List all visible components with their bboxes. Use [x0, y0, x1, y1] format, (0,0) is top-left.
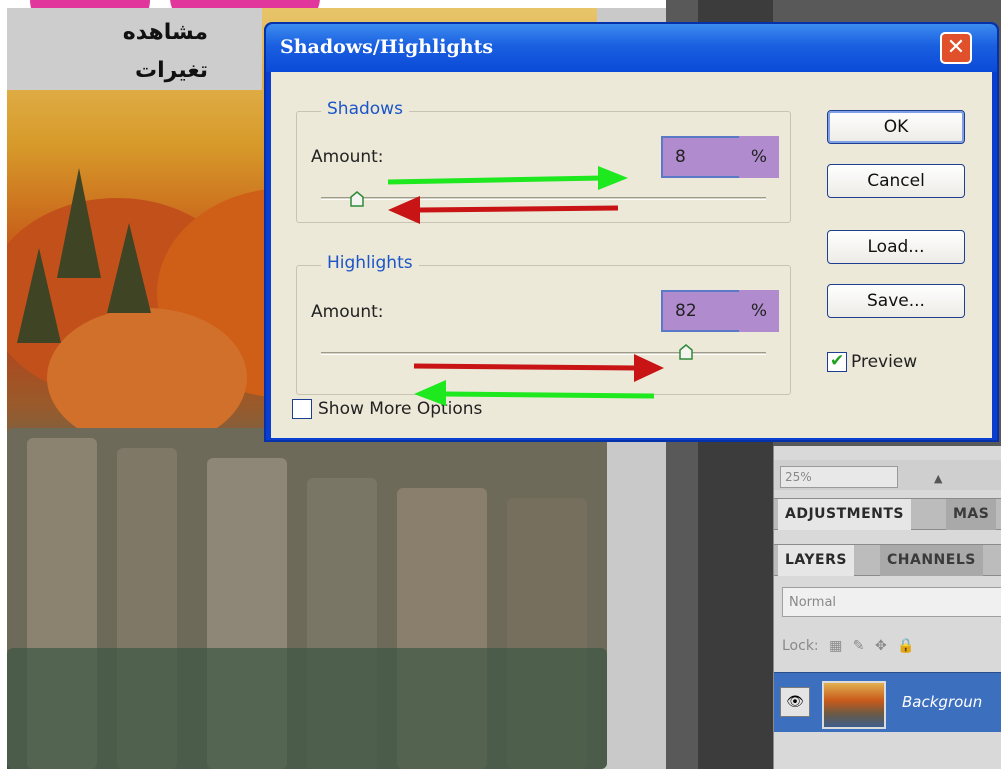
layer-row-background[interactable]: 👁 Backgroun	[774, 672, 1001, 732]
zoom-slider-icon[interactable]: ▲	[934, 472, 942, 485]
tab-adjustments[interactable]: ADJUSTMENTS	[778, 499, 912, 530]
dialog-titlebar[interactable]: Shadows/Highlights ✕	[266, 24, 997, 72]
save-button[interactable]: Save...	[827, 284, 965, 318]
lock-paint-icon[interactable]: ✎	[853, 638, 865, 654]
autumn-foliage	[47, 308, 247, 448]
highlights-amount-label: Amount:	[311, 302, 384, 322]
blend-mode-select[interactable]: Normal	[782, 587, 1001, 617]
ok-button[interactable]: OK	[827, 110, 965, 144]
green-arrow-right	[387, 175, 603, 185]
shadows-slider-thumb[interactable]	[349, 191, 364, 207]
lock-transparent-icon[interactable]: ▦	[829, 638, 842, 654]
annotation-arrows-shadows	[387, 166, 628, 224]
shadows-percent-label: %	[739, 136, 779, 178]
layer-thumbnail	[822, 681, 886, 729]
lock-move-icon[interactable]: ✥	[875, 638, 887, 654]
red-arrowhead	[634, 354, 664, 382]
lock-row: Lock: ▦ ✎ ✥ 🔒	[782, 638, 921, 654]
annotation-arrows-highlights	[413, 354, 664, 406]
close-icon: ✕	[946, 35, 966, 60]
panel-dock: 25% ▲ ADJUSTMENTS MAS LAYERS CHANNELS No…	[773, 446, 1001, 769]
red-arrowhead	[388, 196, 420, 224]
red-arrow-left	[419, 205, 619, 213]
dialog-title: Shadows/Highlights	[280, 36, 494, 58]
layer-name: Backgroun	[902, 693, 983, 711]
lock-label: Lock:	[782, 638, 819, 654]
conifer-tree	[17, 248, 61, 343]
tab-channels[interactable]: CHANNELS	[880, 545, 983, 576]
shadows-amount-label: Amount:	[311, 147, 384, 167]
cancel-button[interactable]: Cancel	[827, 164, 965, 198]
caption-line-2: تغيرات	[135, 58, 208, 83]
caption-line-1: مشاهده	[122, 20, 208, 45]
shadows-amount-value: 8	[675, 147, 686, 167]
close-button[interactable]: ✕	[940, 32, 972, 64]
red-arrow-right	[413, 363, 639, 371]
green-arrowhead	[414, 380, 446, 406]
checkmark-icon: ✔	[830, 351, 845, 371]
adjustments-tabbar: ADJUSTMENTS MAS	[774, 498, 1001, 530]
highlights-percent-label: %	[739, 290, 779, 332]
green-arrowhead	[598, 166, 628, 190]
lock-all-icon[interactable]: 🔒	[897, 638, 914, 654]
navigator-zoom-row: 25% ▲	[774, 460, 1001, 490]
shadows-amount-input[interactable]: 8	[661, 136, 741, 178]
layers-tabbar: LAYERS CHANNELS	[774, 544, 1001, 576]
green-moss	[7, 648, 607, 769]
conifer-tree	[107, 223, 151, 313]
green-arrow-left	[445, 391, 655, 399]
highlights-amount-input[interactable]: 82	[661, 290, 741, 332]
highlights-group-title: Highlights	[321, 253, 419, 273]
tab-masks[interactable]: MAS	[946, 499, 997, 530]
preview-checkbox[interactable]: ✔	[827, 351, 847, 372]
conifer-tree	[57, 168, 101, 278]
zoom-field[interactable]: 25%	[780, 466, 898, 488]
visibility-eye-icon[interactable]: 👁	[780, 687, 810, 717]
show-more-options-checkbox[interactable]	[292, 399, 312, 419]
preview-label: Preview	[851, 352, 918, 372]
tab-layers[interactable]: LAYERS	[778, 545, 854, 576]
highlights-slider-thumb[interactable]	[679, 344, 693, 360]
highlights-amount-value: 82	[675, 301, 697, 321]
load-button[interactable]: Load...	[827, 230, 965, 264]
shadows-group-title: Shadows	[321, 99, 409, 119]
arabic-caption: مشاهده تغيرات	[108, 14, 208, 90]
